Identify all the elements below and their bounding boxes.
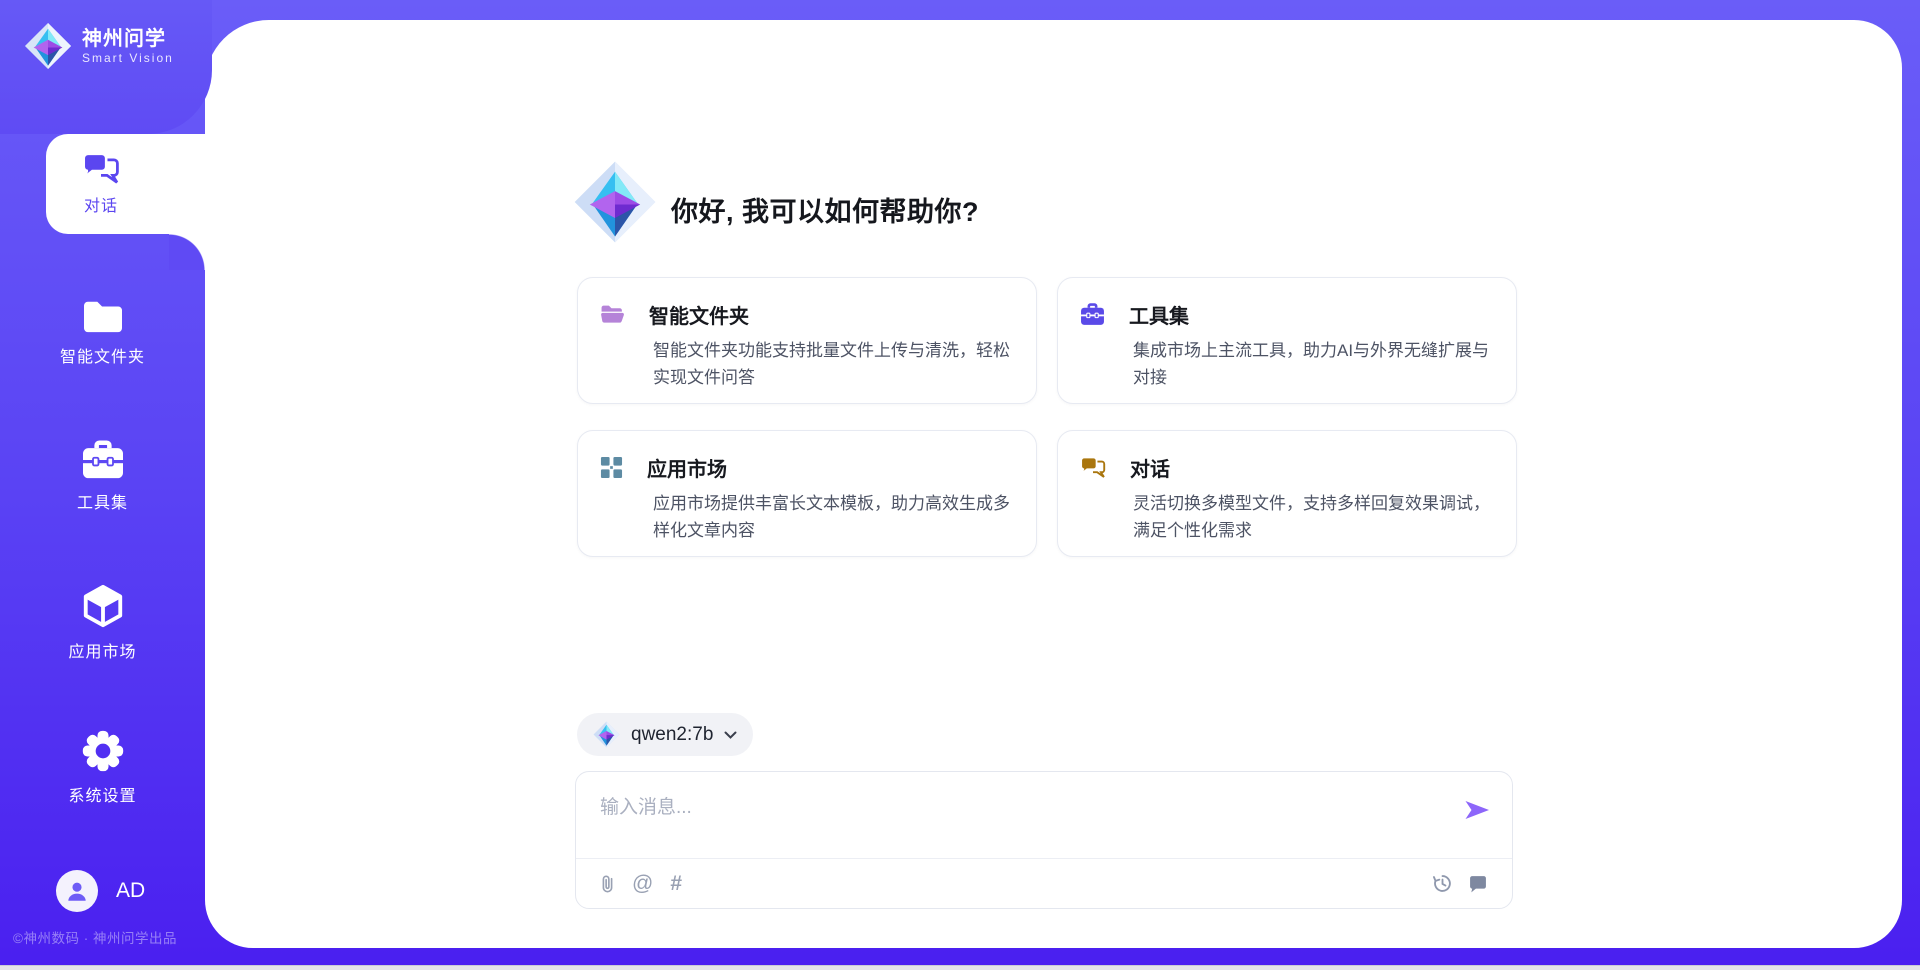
paperclip-icon [600, 872, 615, 895]
copyright-text: ©神州数码 · 神州问学出品 [13, 927, 203, 947]
feedback-button[interactable] [1468, 874, 1488, 894]
avatar [56, 870, 98, 912]
card-description: 灵活切换多模型文件，支持多样回复效果调试，满足个性化需求 [1133, 490, 1495, 544]
topic-button[interactable]: # [670, 873, 682, 894]
user-name: AD [116, 879, 145, 903]
chat-bubble-icon [1468, 874, 1488, 894]
card-description: 应用市场提供丰富长文本模板，助力高效生成多样化文章内容 [653, 490, 1015, 544]
attach-button[interactable] [600, 872, 615, 895]
person-icon [64, 878, 90, 904]
user-profile[interactable]: AD [56, 870, 145, 912]
card-title: 工具集 [1129, 300, 1189, 329]
card-toolset[interactable]: 工具集 集成市场上主流工具，助力AI与外界无缝扩展与对接 [1057, 277, 1517, 404]
briefcase-icon [1080, 303, 1105, 326]
brand-name: 神州问学 [82, 27, 174, 51]
brand-subtitle: Smart Vision [82, 51, 174, 65]
main-panel: 你好, 我可以如何帮助你? 智能文件夹 智能文件夹功能支持批量文件上传与清洗，轻… [205, 20, 1902, 948]
brand-text: 神州问学 Smart Vision [82, 27, 174, 65]
sidebar-item-label: 对话 [84, 192, 118, 216]
sidebar-item-label: 系统设置 [68, 782, 136, 806]
gear-icon [81, 729, 125, 773]
sidebar-item-app-market[interactable]: 应用市场 [0, 583, 205, 662]
sidebar-item-smart-folder[interactable]: 智能文件夹 [0, 296, 205, 367]
chevron-down-icon [724, 731, 737, 739]
send-icon [1464, 799, 1490, 821]
brand-diamond-logo-icon [24, 22, 72, 70]
briefcase-icon [81, 440, 125, 480]
mention-button[interactable]: @ [632, 873, 653, 894]
grid-icon [600, 456, 623, 479]
sidebar-item-settings[interactable]: 系统设置 [0, 729, 205, 806]
hero-diamond-logo-icon [573, 160, 657, 244]
composer: @ # [575, 771, 1513, 909]
card-title: 应用市场 [647, 453, 727, 482]
card-smart-folder[interactable]: 智能文件夹 智能文件夹功能支持批量文件上传与清洗，轻松实现文件问答 [577, 277, 1037, 404]
window-bottom-edge [0, 965, 1920, 970]
send-button[interactable] [1464, 799, 1490, 821]
cube-icon [80, 583, 126, 629]
card-app-market[interactable]: 应用市场 应用市场提供丰富长文本模板，助力高效生成多样化文章内容 [577, 430, 1037, 557]
model-name: qwen2:7b [631, 724, 713, 746]
sidebar-item-toolset[interactable]: 工具集 [0, 440, 205, 513]
sidebar-item-label: 应用市场 [68, 638, 136, 662]
message-input[interactable] [586, 778, 1426, 852]
greeting-heading: 你好, 我可以如何帮助你? [671, 190, 979, 229]
tab-corner-fillet [169, 234, 205, 270]
model-selector[interactable]: qwen2:7b [577, 713, 753, 756]
sidebar-item-label: 智能文件夹 [60, 343, 145, 367]
chat-bubbles-icon [82, 152, 120, 185]
card-title: 智能文件夹 [649, 300, 749, 329]
card-description: 集成市场上主流工具，助力AI与外界无缝扩展与对接 [1133, 337, 1495, 391]
chat-bubbles-icon [1080, 456, 1106, 479]
sidebar-item-chat[interactable]: 对话 [46, 134, 208, 234]
card-title: 对话 [1130, 453, 1170, 482]
card-chat[interactable]: 对话 灵活切换多模型文件，支持多样回复效果调试，满足个性化需求 [1057, 430, 1517, 557]
model-diamond-logo-icon [593, 721, 620, 748]
folder-open-icon [600, 304, 625, 325]
sidebar-item-label: 工具集 [77, 489, 128, 513]
sidebar-logo-block: 神州问学 Smart Vision [0, 0, 212, 134]
app-root: { "brand": { "name": "神州问学", "subtitle":… [0, 0, 1920, 970]
folder-icon [80, 296, 126, 334]
history-button[interactable] [1432, 873, 1453, 894]
history-icon [1432, 873, 1453, 894]
card-description: 智能文件夹功能支持批量文件上传与清洗，轻松实现文件问答 [653, 337, 1015, 391]
